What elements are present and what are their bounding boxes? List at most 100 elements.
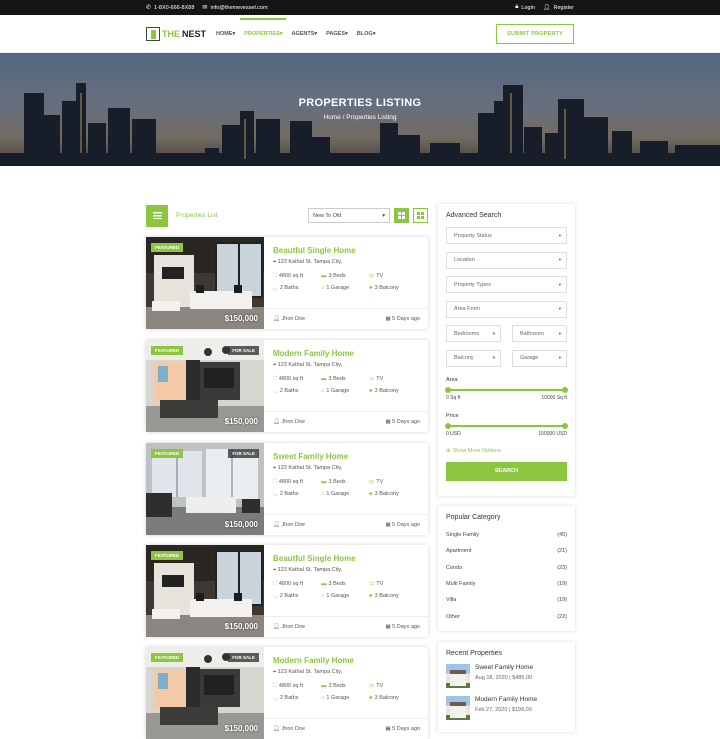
bathroom-select[interactable]: Bathroom ▾ (512, 325, 567, 342)
main-menu: HOME▾ PROPERTIES▾ AGENTS▾ PAGES▾ BLOG▾ (216, 17, 376, 37)
email-contact[interactable]: ✉ info@themevessel.com (202, 4, 267, 12)
chevron-down-icon: ▾ (492, 330, 495, 336)
nav-blog[interactable]: BLOG▾ (357, 31, 376, 37)
site-logo[interactable]: THE NEST (146, 26, 212, 41)
property-status-select[interactable]: Property Status ▾ (446, 227, 567, 244)
property-price: $150,000 (224, 314, 258, 323)
category-item[interactable]: Condo (23) (446, 560, 567, 576)
map-pin-icon: ⌖ (273, 567, 277, 573)
property-thumbnail[interactable] (446, 664, 470, 688)
property-title[interactable]: Modern Family Home (273, 656, 420, 665)
agent-name[interactable]: 👤︎ Jhon Doe (273, 624, 305, 630)
property-title[interactable]: Modern Family Home (273, 349, 420, 358)
price-min-handle[interactable] (445, 422, 451, 429)
property-type-select[interactable]: Property Types ▾ (446, 276, 567, 293)
popular-category-panel: Popular Category Single Family (45) Apart… (438, 506, 575, 631)
bath-icon: ◡ (273, 285, 278, 291)
user-icon: 👤︎ (273, 624, 280, 630)
property-card[interactable]: FEATURED $150,000 Beautful Single Home ⌖… (146, 237, 428, 329)
category-item[interactable]: Other (22) (446, 608, 567, 624)
recent-properties-title: Recent Properties (446, 650, 503, 657)
login-link[interactable]: 🔒︎ Login (515, 4, 535, 11)
property-price: $150,000 (224, 520, 258, 529)
chevron-down-icon: ▾ (492, 355, 495, 360)
phone-contact[interactable]: ✆ 1-8X0-666-8X88 (146, 4, 194, 12)
nav-agents[interactable]: AGENTS▾ (291, 31, 317, 37)
for-sale-badge: FOR SALE (228, 653, 259, 662)
nav-pages[interactable]: PAGES▾ (326, 31, 348, 37)
property-photo[interactable]: FEATURED $150,000 (146, 237, 264, 329)
grid-layout-button[interactable] (413, 208, 428, 223)
property-card[interactable]: FEATURED FOR SALE $150,000 Modern Family… (146, 340, 428, 432)
area-max-handle[interactable] (562, 387, 568, 393)
property-features: ⛶ 4800 sq ft ▬ 3 Beds ▭ TV ◡ 2 Baths ⌂ 1 Gara… (273, 479, 399, 497)
bath-icon: ◡ (273, 695, 278, 701)
featured-badge: FEATURED (151, 551, 184, 560)
property-photo[interactable]: FEATURED FOR SALE $150,000 (146, 340, 264, 432)
area-slider[interactable] (445, 387, 568, 393)
property-photo[interactable]: FEATURED FOR SALE $150,000 (146, 647, 264, 739)
category-item[interactable]: Apartment (21) (446, 543, 567, 559)
property-card[interactable]: FEATURED $150,000 Beautful Single Home ⌖… (146, 545, 428, 637)
price-slider[interactable] (445, 422, 568, 429)
balcony-icon: ♣ (369, 388, 373, 394)
property-features: ⛶ 4800 sq ft ▬ 3 Beds ▭ TV ◡ 2 Baths ⌂ 1 Gara… (273, 273, 399, 291)
property-card[interactable]: FEATURED FOR SALE $150,000 Sweet Family … (146, 443, 428, 535)
nav-home[interactable]: HOME▾ (216, 31, 235, 37)
grid-icon (417, 212, 424, 219)
category-item[interactable]: Villa (19) (446, 592, 567, 608)
agent-name[interactable]: 👤︎ Jhon Doe (273, 726, 305, 732)
property-title[interactable]: Beautful Single Home (273, 554, 420, 563)
sort-select[interactable]: New To Old ▾ (308, 208, 390, 223)
chevron-down-icon: ▾ (558, 355, 561, 360)
area-min-handle[interactable] (445, 387, 451, 393)
list-toolbar: Properties List New To Old ▾ (146, 204, 428, 227)
category-item[interactable]: Single Family (45) (446, 527, 567, 543)
property-thumbnail[interactable] (446, 696, 470, 720)
property-title[interactable]: Beautful Single Home (273, 246, 420, 255)
top-bar: ✆ 1-8X0-666-8X88 ✉ info@themevessel.com 🔒︎… (0, 0, 720, 15)
balcony-select[interactable]: Balcony ▾ (446, 349, 501, 367)
category-item[interactable]: Multi Family (19) (446, 576, 567, 592)
breadcrumb-home[interactable]: Home (323, 114, 340, 121)
agent-name[interactable]: 👤︎ Jhon Doe (273, 419, 305, 425)
property-photo[interactable]: FEATURED $150,000 (146, 545, 264, 637)
listing-date: ▦ 5 Days ago (385, 726, 420, 732)
bedrooms-select[interactable]: Bedrooms ▾ (446, 325, 501, 342)
calendar-icon: ▦ (385, 316, 391, 322)
tv-icon: ▭ (369, 273, 375, 279)
envelope-icon: ✉ (202, 5, 208, 11)
for-sale-badge: FOR SALE (228, 346, 259, 355)
calendar-icon: ▦ (385, 522, 391, 528)
page-title: PROPERTIES LISTING (298, 97, 422, 109)
list-view-icon[interactable] (146, 204, 168, 227)
garage-select[interactable]: Garage ▾ (512, 349, 567, 367)
price-max-handle[interactable] (562, 422, 568, 429)
property-card[interactable]: FEATURED FOR SALE $150,000 Modern Family… (146, 647, 428, 739)
featured-badge: FEATURED (151, 653, 184, 662)
register-link[interactable]: 👤︎ Register (542, 4, 574, 12)
recent-property-item[interactable]: Modern Family Home Feb 27, 2020 | $199,00 (446, 696, 567, 720)
map-pin-icon: ⌖ (273, 259, 277, 265)
property-features: ⛶ 4800 sq ft ▬ 3 Beds ▭ TV ◡ 2 Baths ⌂ 1 Gara… (273, 376, 399, 394)
nav-properties[interactable]: PROPERTIES▾ (240, 17, 287, 37)
user-icon: 👤︎ (542, 5, 551, 11)
search-button[interactable]: SEARCH (446, 461, 567, 481)
property-photo[interactable]: FEATURED FOR SALE $150,000 (146, 443, 264, 535)
advanced-search-title: Advanced Search (446, 212, 502, 219)
recent-property-item[interactable]: Sweet Family Home Aug 18, 2020 | $485,00 (446, 664, 567, 688)
agent-name[interactable]: 👤︎ Jhon Doe (273, 316, 305, 322)
submit-property-button[interactable]: SUBMIT PROPERTY (496, 23, 574, 44)
area-from-select[interactable]: Area From ▾ (446, 300, 567, 318)
location-select[interactable]: Location ▾ (446, 251, 567, 269)
list-layout-button[interactable] (394, 208, 409, 223)
calendar-icon: ▦ (385, 624, 391, 630)
agent-name[interactable]: 👤︎ Jhon Doe (273, 522, 305, 528)
area-icon: ⛶ (273, 581, 277, 587)
property-title[interactable]: Sweet Family Home (273, 452, 420, 461)
featured-badge: FEATURED (151, 243, 184, 252)
show-more-options-link[interactable]: ⊕ Show More Options (446, 448, 567, 454)
garage-icon: ⌂ (321, 695, 325, 701)
chevron-down-icon: ▾ (558, 257, 561, 262)
bed-icon: ▬ (321, 683, 327, 689)
